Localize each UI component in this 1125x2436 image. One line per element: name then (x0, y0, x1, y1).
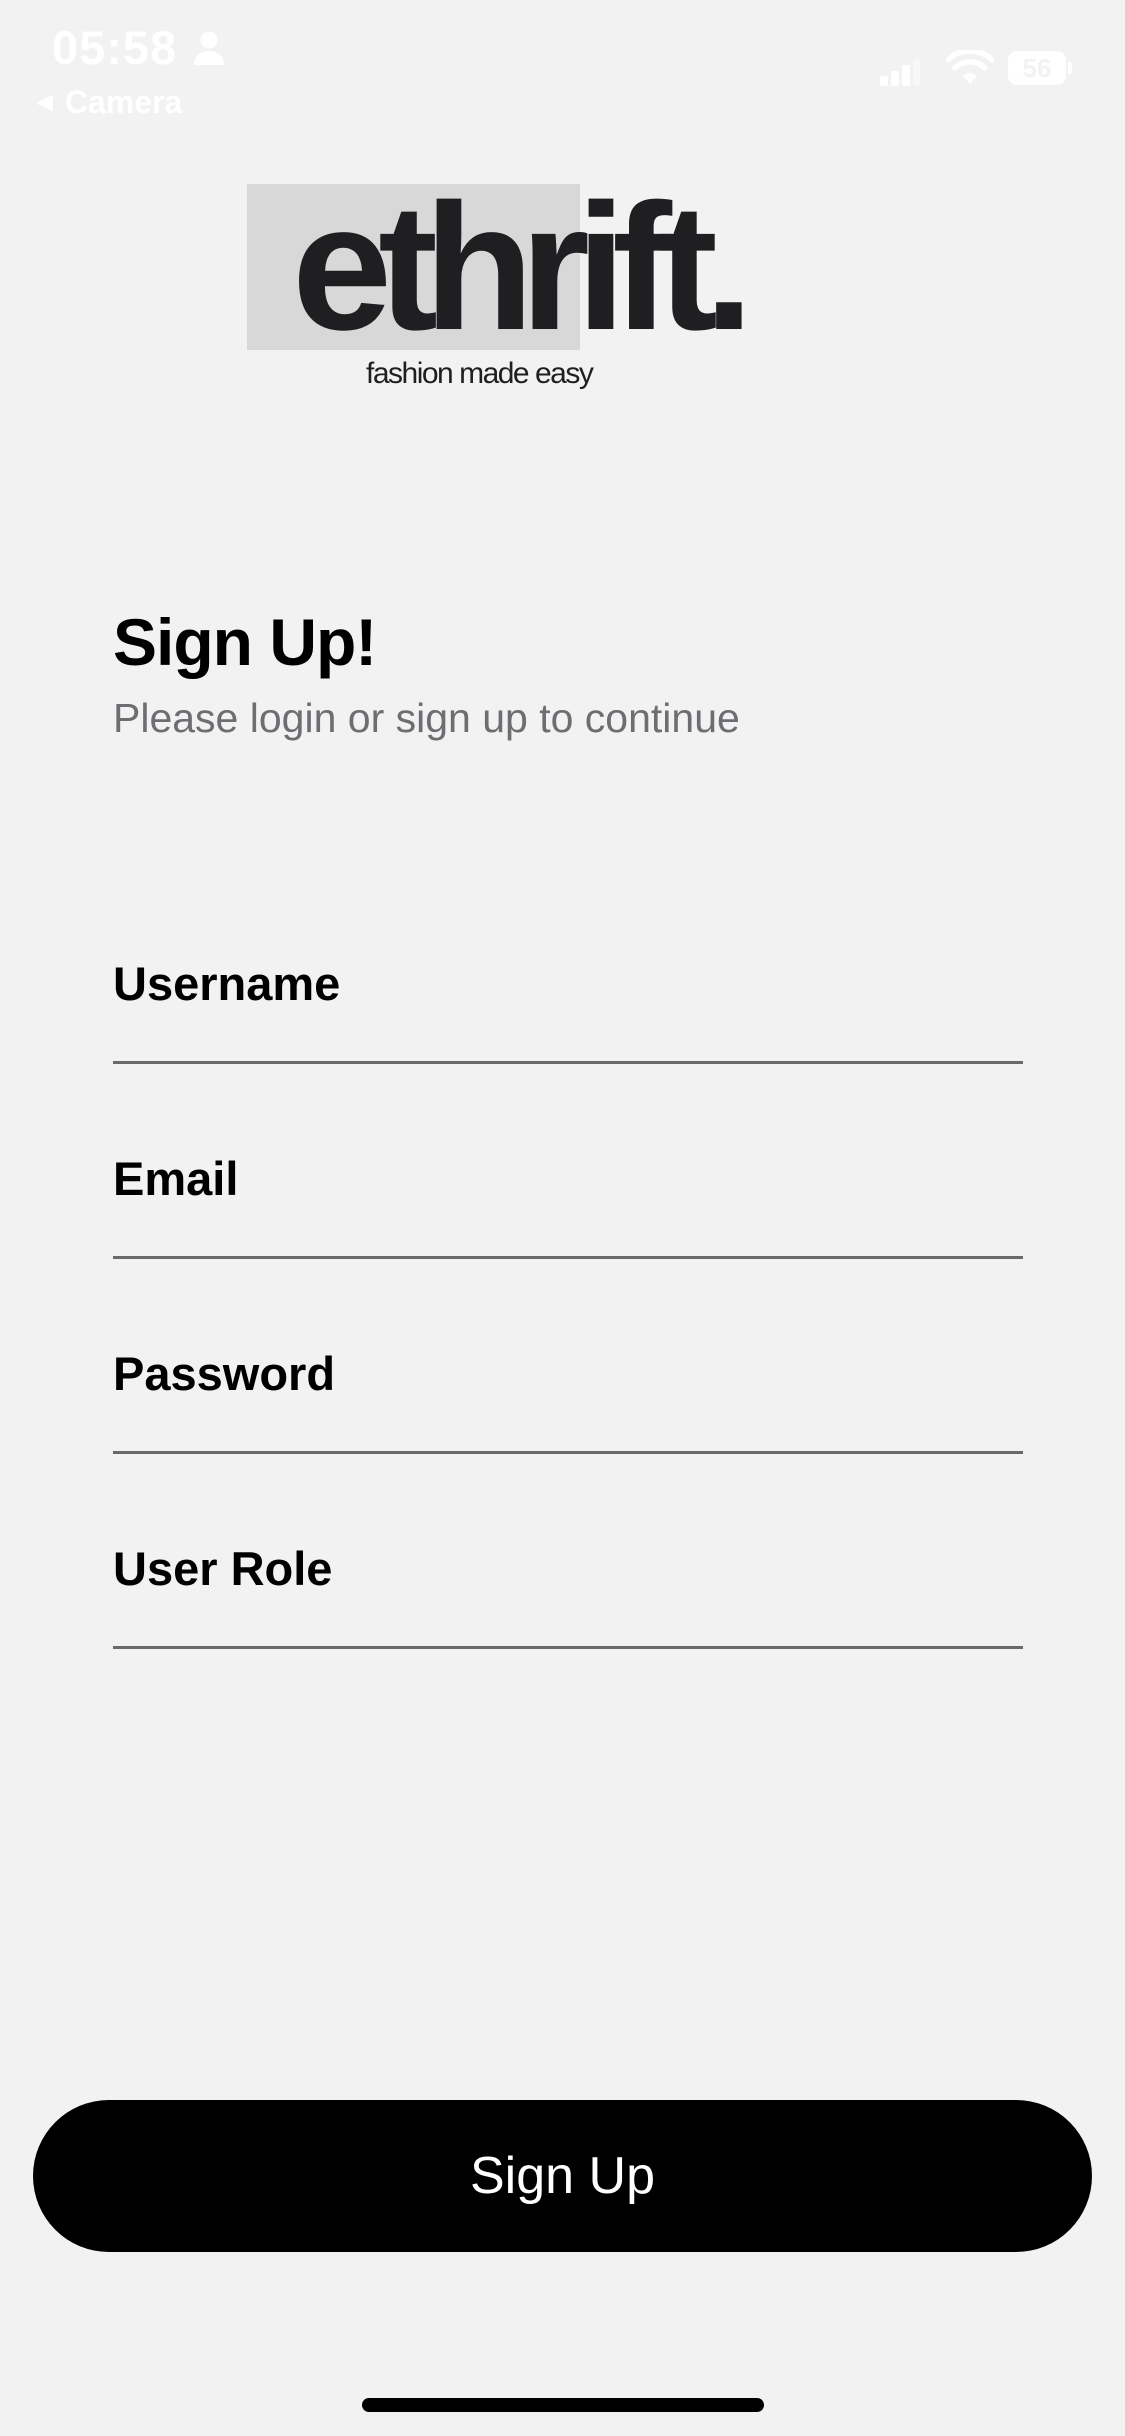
email-field[interactable]: Email (113, 1139, 1023, 1259)
battery-cap (1068, 62, 1072, 74)
back-link-label: Camera (64, 84, 183, 120)
page-title: Sign Up! (113, 605, 377, 679)
username-label: Username (113, 957, 341, 1010)
email-label: Email (113, 1152, 239, 1205)
app-logo: ethrift. (292, 167, 754, 368)
home-indicator[interactable] (362, 2398, 764, 2412)
back-arrow-icon: ◀ (36, 89, 53, 114)
password-underline (113, 1451, 1023, 1454)
back-to-camera-link[interactable]: ◀ Camera (36, 82, 182, 122)
status-time: 05:58 (52, 21, 178, 74)
sign-up-button[interactable]: Sign Up (33, 2100, 1092, 2252)
email-underline (113, 1256, 1023, 1259)
password-field[interactable]: Password (113, 1334, 1023, 1454)
username-field[interactable]: Username (113, 944, 1023, 1064)
wifi-icon (946, 50, 994, 84)
page-subtitle: Please login or sign up to continue (113, 695, 740, 741)
username-underline (113, 1061, 1023, 1064)
signal-icon (880, 59, 920, 86)
user-role-underline (113, 1646, 1023, 1649)
battery-icon: 56 (1008, 51, 1072, 85)
person-icon (194, 31, 224, 65)
password-label: Password (113, 1347, 336, 1400)
user-role-label: User Role (113, 1542, 333, 1595)
logo-tagline: fashion made easy (366, 357, 594, 390)
battery-level: 56 (1008, 51, 1066, 85)
user-role-field[interactable]: User Role (113, 1529, 1023, 1649)
